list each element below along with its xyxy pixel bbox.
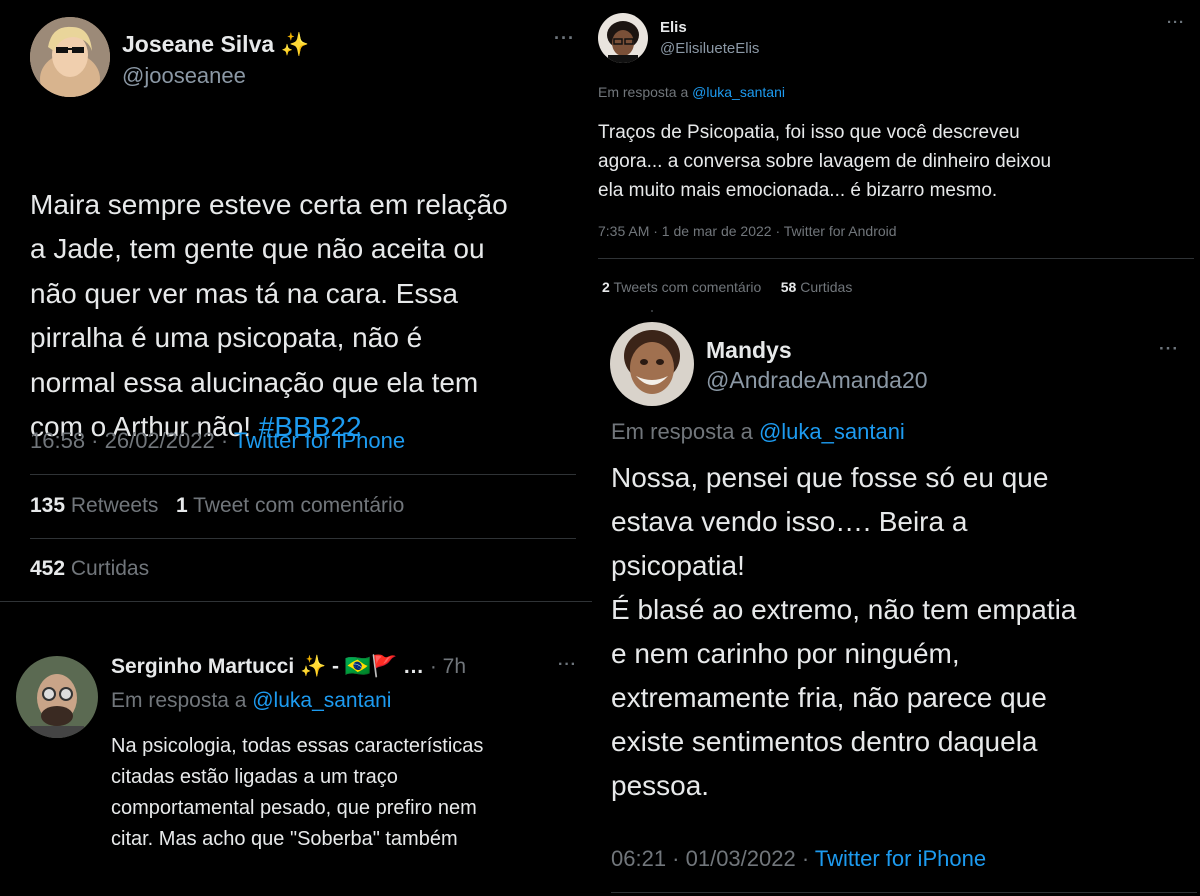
- tweet-meta[interactable]: 7:35 AM · 1 de mar de 2022 · Twitter for…: [598, 223, 897, 239]
- mention-link[interactable]: @luka_santani: [759, 419, 905, 444]
- tweet-age[interactable]: · 7h: [430, 655, 466, 678]
- engagement-stats: 135 Retweets 1 Tweet com comentário: [30, 494, 404, 518]
- quotes-stat[interactable]: 1 Tweet com comentário: [176, 494, 404, 517]
- reply-prefix: Em resposta a: [598, 84, 693, 100]
- tweet-joseane: Joseane Silva ✨ @jooseanee ··· Maira sem…: [0, 0, 592, 636]
- timestamp-text[interactable]: 06:21 · 01/03/2022 ·: [611, 846, 815, 871]
- author-handle[interactable]: @ElisilueteElis: [660, 40, 759, 57]
- reply-context: Em resposta a @luka_santani: [611, 419, 905, 445]
- divider: [30, 538, 576, 539]
- more-options-icon[interactable]: ···: [558, 656, 577, 674]
- tweet-timestamp: 06:21 · 01/03/2022 · Twitter for iPhone: [611, 846, 986, 872]
- tweet-timestamp: 16:58 · 26/02/2022 · Twitter for iPhone: [30, 428, 405, 454]
- reply-prefix: Em resposta a: [611, 419, 759, 444]
- tweet-body: Maira sempre esteve certa em relação a J…: [30, 188, 508, 443]
- more-options-icon[interactable]: ···: [554, 28, 575, 49]
- tweet-text: Nossa, pensei que fosse só eu que estava…: [611, 462, 1077, 801]
- avatar-serginho[interactable]: [16, 656, 98, 738]
- reply-text: Na psicologia, todas essas característic…: [111, 735, 484, 850]
- divider: [598, 258, 1194, 259]
- author-handle[interactable]: @jooseanee: [122, 63, 246, 89]
- reply-prefix: Em resposta a: [111, 689, 253, 712]
- reply-context: Em resposta a @luka_santani: [111, 689, 391, 713]
- more-options-icon[interactable]: ···: [1159, 339, 1179, 359]
- avatar-mandys[interactable]: [610, 322, 694, 406]
- divider: [30, 474, 576, 475]
- author-name-text: Joseane Silva: [122, 31, 275, 57]
- tweet-elis: Elis @ElisilueteElis ··· Em resposta a @…: [592, 0, 1200, 310]
- avatar-joseane[interactable]: [30, 17, 110, 97]
- reply-serginho: Serginho Martucci ✨ - 🇧🇷🚩 … · 7h ··· Em …: [0, 636, 592, 896]
- more-options-icon[interactable]: ···: [1167, 14, 1185, 31]
- tweet-mandys: Mandys @AndradeAmanda20 ··· Em resposta …: [592, 310, 1200, 896]
- tweet-text: Traços de Psicopatia, foi isso que você …: [598, 122, 1052, 201]
- divider: [611, 892, 1197, 893]
- author-handle[interactable]: @AndradeAmanda20: [706, 367, 928, 394]
- author-name[interactable]: Elis: [660, 19, 687, 36]
- thread-line: [651, 310, 653, 312]
- client-link[interactable]: Twitter for iPhone: [234, 428, 405, 453]
- author-name-text: Serginho Martucci: [111, 655, 295, 678]
- name-emojis: ✨ - 🇧🇷🚩 …: [300, 655, 424, 678]
- avatar-elis[interactable]: [598, 13, 648, 63]
- client-link[interactable]: Twitter for iPhone: [815, 846, 986, 871]
- mention-link[interactable]: @luka_santani: [692, 84, 785, 100]
- engagement-stats: 2 Tweets com comentário 58 Curtidas: [602, 279, 852, 295]
- author-name[interactable]: Joseane Silva ✨: [122, 31, 309, 58]
- divider: [0, 601, 592, 602]
- retweets-stat[interactable]: 135 Retweets: [30, 494, 158, 517]
- author-name[interactable]: Serginho Martucci ✨ - 🇧🇷🚩 … · 7h: [111, 655, 466, 679]
- likes-stat[interactable]: 58 Curtidas: [781, 279, 853, 295]
- author-name[interactable]: Mandys: [706, 337, 792, 364]
- quotes-stat[interactable]: 2 Tweets com comentário: [602, 279, 761, 295]
- mention-link[interactable]: @luka_santani: [252, 689, 391, 712]
- likes-stat[interactable]: 452 Curtidas: [30, 557, 149, 581]
- reply-context: Em resposta a @luka_santani: [598, 84, 785, 100]
- sparkles-emoji: ✨: [280, 31, 310, 57]
- tweet-text: Maira sempre esteve certa em relação a J…: [30, 138, 590, 450]
- timestamp-text[interactable]: 16:58 · 26/02/2022 ·: [30, 428, 234, 453]
